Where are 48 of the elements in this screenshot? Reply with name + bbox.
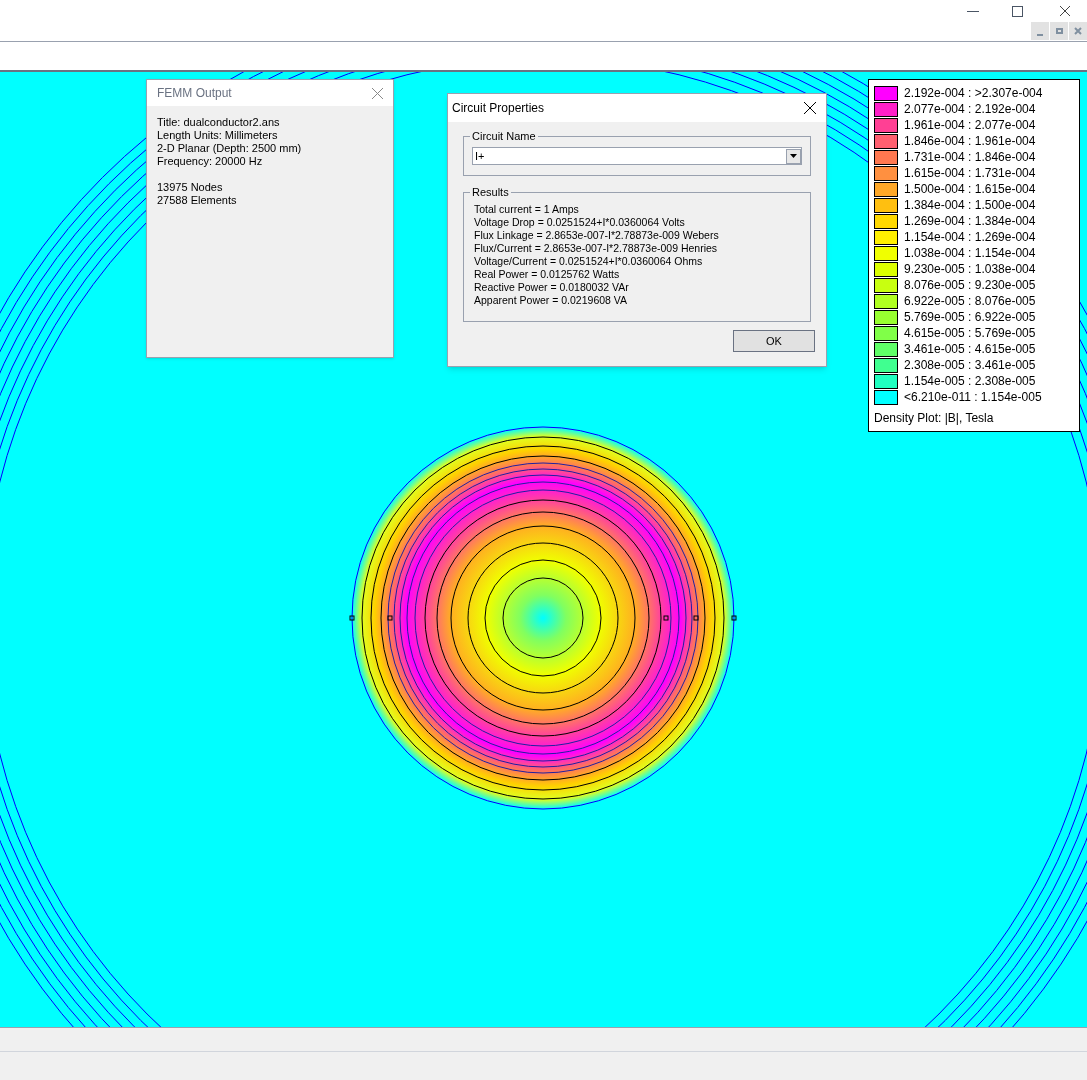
restore-icon[interactable] xyxy=(1012,5,1023,17)
legend-label: 3.461e-005 : 4.615e-005 xyxy=(904,341,1036,358)
info-line: Length Units: Millimeters xyxy=(157,129,279,142)
legend-label: 5.769e-005 : 6.922e-005 xyxy=(904,309,1036,326)
result-line: Flux/Current = 2.8653e-007-I*2.78873e-009 Henries xyxy=(474,242,719,255)
circuit-name-dropdown[interactable]: I+ xyxy=(472,147,802,165)
group-label: Circuit Name xyxy=(470,130,538,142)
result-line: Total current = 1 Amps xyxy=(474,203,580,216)
legend-caption: Density Plot: |B|, Tesla xyxy=(874,410,995,427)
legend-label: 1.731e-004 : 1.846e-004 xyxy=(904,149,1036,166)
legend-label: 2.308e-005 : 3.461e-005 xyxy=(904,357,1036,374)
mdi-restore-icon[interactable] xyxy=(1050,22,1068,40)
result-line: Voltage Drop = 0.0251524+I*0.0360064 Volts xyxy=(474,216,686,229)
result-line: Reactive Power = 0.0180032 VAr xyxy=(474,281,630,294)
result-line: Flux Linkage = 2.8653e-007-I*2.78873e-009 Webers xyxy=(474,229,720,242)
result-line: Apparent Power = 0.0219608 VA xyxy=(474,294,629,307)
legend-label: 6.922e-005 : 8.076e-005 xyxy=(904,293,1036,310)
result-line: Voltage/Current = 0.0251524+I*0.0360064 Ohms xyxy=(474,255,704,268)
result-line: Real Power = 0.0125762 Watts xyxy=(474,268,621,281)
info-line: Title: dualconductor2.ans xyxy=(157,116,281,129)
ok-button[interactable]: OK xyxy=(733,330,815,352)
legend-label: 1.154e-005 : 2.308e-005 xyxy=(904,373,1036,390)
legend-label: 9.230e-005 : 1.038e-004 xyxy=(904,261,1036,278)
legend-label: 4.615e-005 : 5.769e-005 xyxy=(904,325,1036,342)
group-label: Results xyxy=(470,186,511,198)
info-line: 2-D Planar (Depth: 2500 mm) xyxy=(157,142,303,155)
dialog-title: Circuit Properties xyxy=(452,100,545,117)
legend-label: 8.076e-005 : 9.230e-005 xyxy=(904,277,1036,294)
legend-label: 1.038e-004 : 1.154e-004 xyxy=(904,245,1036,262)
legend-label: 1.500e-004 : 1.615e-004 xyxy=(904,181,1036,198)
info-line: Frequency: 20000 Hz xyxy=(157,155,264,168)
mdi-close-icon[interactable] xyxy=(1069,22,1087,40)
legend-label: 1.269e-004 : 1.384e-004 xyxy=(904,213,1036,230)
minimize-icon[interactable] xyxy=(967,10,979,12)
legend-label: <6.210e-011 : 1.154e-005 xyxy=(904,389,1042,406)
mdi-minimize-icon[interactable] xyxy=(1031,22,1049,40)
legend-label: 1.961e-004 : 2.077e-004 xyxy=(904,117,1036,134)
close-icon[interactable] xyxy=(804,102,816,114)
legend-label: 2.077e-004 : 2.192e-004 xyxy=(904,101,1036,118)
legend-label: 1.615e-004 : 1.731e-004 xyxy=(904,165,1036,182)
info-line: 13975 Nodes xyxy=(157,181,224,194)
window-title: FEMM Output xyxy=(157,85,232,102)
legend-label: 1.154e-004 : 1.269e-004 xyxy=(904,229,1036,246)
legend-label: 1.384e-004 : 1.500e-004 xyxy=(904,197,1036,214)
legend-label: 2.192e-004 : >2.307e-004 xyxy=(904,85,1043,102)
info-line: 27588 Elements xyxy=(157,194,238,207)
legend-label: 1.846e-004 : 1.961e-004 xyxy=(904,133,1036,150)
close-icon[interactable] xyxy=(1059,5,1071,17)
